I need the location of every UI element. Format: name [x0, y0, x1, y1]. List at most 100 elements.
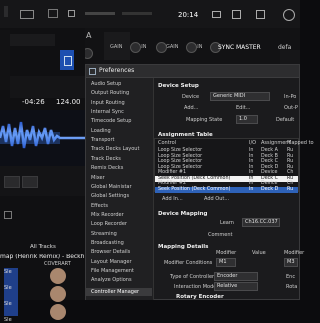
- table-row[interactable]: Seek Position (Deck Common) In Deck D Ru: [155, 186, 298, 193]
- nav-item-mixer[interactable]: Mixer: [91, 175, 105, 181]
- dialog-titlebar[interactable]: Preferences: [86, 65, 299, 78]
- edit-device-button[interactable]: Edit...: [236, 106, 250, 111]
- gain-knob-3[interactable]: [186, 42, 197, 53]
- nav-item-global-settings[interactable]: Global Settings: [91, 194, 129, 199]
- coverart-header: COVERART: [44, 261, 71, 267]
- transport-area: [0, 166, 85, 196]
- nav-item-internal-sync[interactable]: Internal Sync: [91, 110, 124, 115]
- nav-item-controller-manager[interactable]: Controller Manager: [86, 287, 152, 296]
- m3-value: M3: [287, 259, 295, 265]
- deck-header: [10, 34, 55, 46]
- nav-item-track-decks[interactable]: Track Decks: [91, 156, 121, 162]
- device-select[interactable]: Generic MIDI: [210, 92, 270, 101]
- nav-item-effects[interactable]: Effects: [91, 203, 108, 209]
- add-in-button[interactable]: Add In...: [162, 197, 183, 202]
- gain-knob-2[interactable]: [156, 42, 167, 53]
- nav-item-file-management[interactable]: File Management: [91, 269, 134, 274]
- default-button[interactable]: Default: [276, 118, 294, 123]
- sync-button[interactable]: SYNC: [218, 45, 234, 51]
- folder-icon[interactable]: [4, 211, 12, 219]
- mapping-state-value[interactable]: 1.0: [236, 115, 258, 124]
- play-button[interactable]: [22, 176, 38, 188]
- nav-item-audio-setup[interactable]: Audio Setup: [91, 82, 121, 87]
- nav-item-timecode-setup[interactable]: Timecode Setup: [91, 119, 131, 124]
- nav-item-track-decks-layout[interactable]: Track Decks Layout: [91, 147, 139, 152]
- preferences-nav: Audio Setup Output Routing Input Routing In…: [86, 78, 154, 300]
- channel-a-label: A: [86, 31, 92, 40]
- list-row-label-1[interactable]: Sle: [4, 270, 12, 275]
- nav-item-mix-recorder[interactable]: Mix Recorder: [91, 212, 124, 218]
- m1-value: M1: [219, 259, 227, 265]
- settings-gear-icon[interactable]: [283, 9, 295, 21]
- cell-control: Seek Position (Deck Common): [158, 186, 231, 192]
- mapping-value[interactable]: Ch16.CC.037: [242, 218, 280, 227]
- gain-knob-1[interactable]: [130, 42, 141, 53]
- col-control[interactable]: Control: [158, 141, 176, 146]
- list-row-label-4[interactable]: Sle: [4, 318, 12, 323]
- view-icon[interactable]: [232, 10, 241, 19]
- nav-item-layout-manager[interactable]: Layout Manager: [91, 259, 132, 265]
- interaction-mode-label: Interaction Mode: [174, 284, 217, 290]
- interaction-mode-select[interactable]: Relative: [214, 282, 258, 291]
- col-mapped-to[interactable]: Mapped to: [287, 141, 314, 146]
- master-button[interactable]: MASTER: [236, 45, 261, 51]
- modifier-col-2: Modifier: [284, 250, 305, 256]
- deck-playlist-marker: [4, 268, 18, 316]
- modifier-select-1[interactable]: M1: [216, 258, 236, 267]
- device-label: Device: [182, 94, 200, 100]
- assignment-table: Control I/O Assignment Mapped to Loop Si…: [154, 138, 314, 193]
- col-io[interactable]: I/O: [249, 141, 256, 146]
- controller-type-value: Encoder: [217, 273, 238, 279]
- list-row-label-3[interactable]: Sle: [4, 302, 12, 307]
- mapping-details-heading: Mapping Details: [158, 244, 209, 250]
- add-out-button[interactable]: Add Out...: [204, 197, 229, 202]
- interaction-mode-value: Relative: [217, 283, 238, 289]
- add-device-button[interactable]: Add...: [184, 106, 198, 111]
- in-port-label: In-Po: [284, 94, 297, 100]
- encoder-right-label: Enc: [286, 274, 296, 280]
- cue-button[interactable]: [4, 176, 20, 188]
- type-of-controller-label: Type of Controller: [170, 274, 215, 280]
- dialog-title: Preferences: [99, 67, 135, 74]
- master-level-meter: [122, 12, 152, 15]
- waveform[interactable]: [0, 110, 85, 166]
- layout-icon[interactable]: [48, 9, 58, 18]
- modifier-col: Modifier: [216, 250, 237, 256]
- side-handle[interactable]: [4, 6, 8, 17]
- cell-mapped: Ru: [287, 186, 294, 192]
- app-icon: [89, 68, 96, 75]
- device-setup-heading: Device Setup: [158, 83, 199, 89]
- modifier-select-2[interactable]: M3: [284, 258, 298, 267]
- nav-item-analyze-options[interactable]: Analyze Options: [91, 278, 132, 283]
- nav-item-remix-decks[interactable]: Remix Decks: [91, 166, 123, 171]
- modifier-conditions-label: Modifier Conditions: [164, 260, 213, 266]
- device-mapping-heading: Device Mapping: [158, 211, 208, 217]
- nav-item-loop-recorder[interactable]: Loop Recorder: [91, 222, 127, 227]
- deck-blue-button[interactable]: [60, 50, 74, 70]
- nav-item-global-mainistar[interactable]: Global Mainistar: [91, 184, 132, 190]
- nav-item-transport[interactable]: Transport: [91, 138, 114, 143]
- nav-item-input-routing[interactable]: Input Routing: [91, 100, 125, 106]
- deck-side-strip: [0, 30, 10, 90]
- value-col: Value: [252, 250, 266, 256]
- nav-item-output-routing[interactable]: Output Routing: [91, 91, 129, 96]
- nav-item-browser-details[interactable]: Browser Details: [91, 250, 130, 255]
- battery-icon: [212, 11, 221, 18]
- fullscreen-icon[interactable]: [256, 10, 265, 19]
- controller-type-select[interactable]: Encoder: [214, 272, 258, 281]
- mapping-state-label: Mapping State: [186, 117, 223, 123]
- out-port-label: Out-P: [284, 105, 298, 111]
- cell-io: In: [249, 186, 254, 192]
- top-bar: 20:14: [0, 0, 300, 29]
- nav-item-loading[interactable]: Loading: [91, 128, 111, 134]
- learn-button[interactable]: Learn: [220, 221, 234, 226]
- cover-art: [50, 268, 66, 284]
- list-row-label-2[interactable]: Sle: [4, 286, 12, 291]
- nav-item-broadcasting[interactable]: Broadcasting: [91, 240, 124, 246]
- preferences-dialog: Preferences Audio Setup Output Routing Inp…: [85, 64, 314, 300]
- all-tracks-label[interactable]: All Tracks: [30, 244, 56, 251]
- music-note-icon: [64, 56, 72, 66]
- grid-icon[interactable]: [68, 10, 75, 17]
- nav-item-streaming[interactable]: Streaming: [91, 231, 117, 237]
- window-icon[interactable]: [20, 10, 34, 19]
